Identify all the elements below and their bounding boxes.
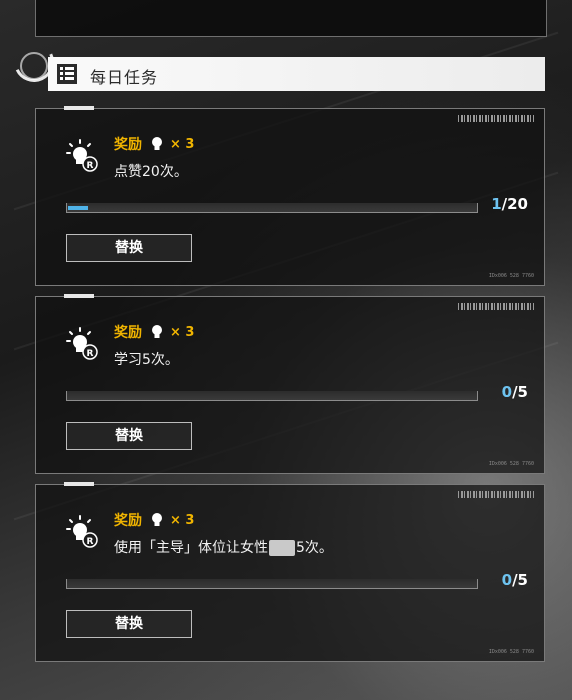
progress-bar (66, 579, 478, 589)
card-code: IDx006 528 7760 (488, 461, 534, 467)
task-card: R 奖励 × 3 点赞20次。 1/20 替换 IDx006 528 7760 (35, 106, 545, 286)
task-card: R 奖励 × 3 使用「主导」体位让女性 5次。 0/5 替换 IDx006 52… (35, 482, 545, 662)
progress-fill (68, 206, 88, 210)
svg-text:R: R (87, 161, 94, 171)
list-icon (57, 64, 77, 84)
card-tab (64, 482, 94, 486)
reward-label: 奖励 (114, 325, 142, 341)
task-description: 使用「主导」体位让女性 5次。 (114, 537, 333, 557)
reward-multiplier: × 3 (170, 136, 195, 152)
svg-text:R: R (87, 349, 94, 359)
replace-button[interactable]: 替换 (66, 234, 192, 262)
reward-label: 奖励 (114, 513, 142, 529)
progress-total: /5 (512, 571, 528, 589)
progress-current: 0 (501, 571, 513, 589)
ring-inner (20, 52, 48, 80)
page-title: 每日任务 (90, 68, 159, 87)
reward-multiplier: × 3 (170, 512, 195, 528)
reward-label: 奖励 (114, 137, 142, 153)
card-code: IDx006 528 7760 (488, 649, 534, 655)
progress-current: 1 (491, 195, 502, 213)
top-panel (35, 0, 547, 37)
replace-button[interactable]: 替换 (66, 422, 192, 450)
progress-bar (66, 203, 478, 213)
barcode-decoration (458, 491, 534, 498)
card-code: IDx006 528 7760 (488, 273, 534, 279)
reward-lightbulb-icon (152, 137, 162, 150)
card-tab (64, 294, 94, 298)
task-description-end: 5次。 (296, 540, 333, 556)
task-card: R 奖励 × 3 学习5次。 0/5 替换 IDx006 528 7760 (35, 294, 545, 474)
lightbulb-icon: R (66, 327, 98, 360)
progress-text: 0/5 (502, 383, 528, 401)
progress-current: 0 (501, 383, 513, 401)
progress-total: /5 (512, 383, 528, 401)
barcode-decoration (458, 303, 534, 310)
svg-text:R: R (87, 537, 94, 547)
lightbulb-icon: R (66, 139, 98, 172)
reward-lightbulb-icon (152, 513, 162, 526)
progress-bar (66, 391, 478, 401)
progress-text: 1/20 (491, 195, 528, 213)
task-description: 学习5次。 (114, 352, 179, 368)
progress-total: /20 (501, 195, 528, 213)
lightbulb-icon: R (66, 515, 98, 548)
barcode-decoration (458, 115, 534, 122)
obscured-text (269, 540, 295, 556)
progress-text: 0/5 (502, 571, 528, 589)
task-description: 点赞20次。 (114, 164, 188, 180)
card-tab (64, 106, 94, 110)
task-description-start: 使用「主导」体位让女性 (114, 540, 268, 556)
reward-lightbulb-icon (152, 325, 162, 338)
replace-button[interactable]: 替换 (66, 610, 192, 638)
reward-multiplier: × 3 (170, 324, 195, 340)
